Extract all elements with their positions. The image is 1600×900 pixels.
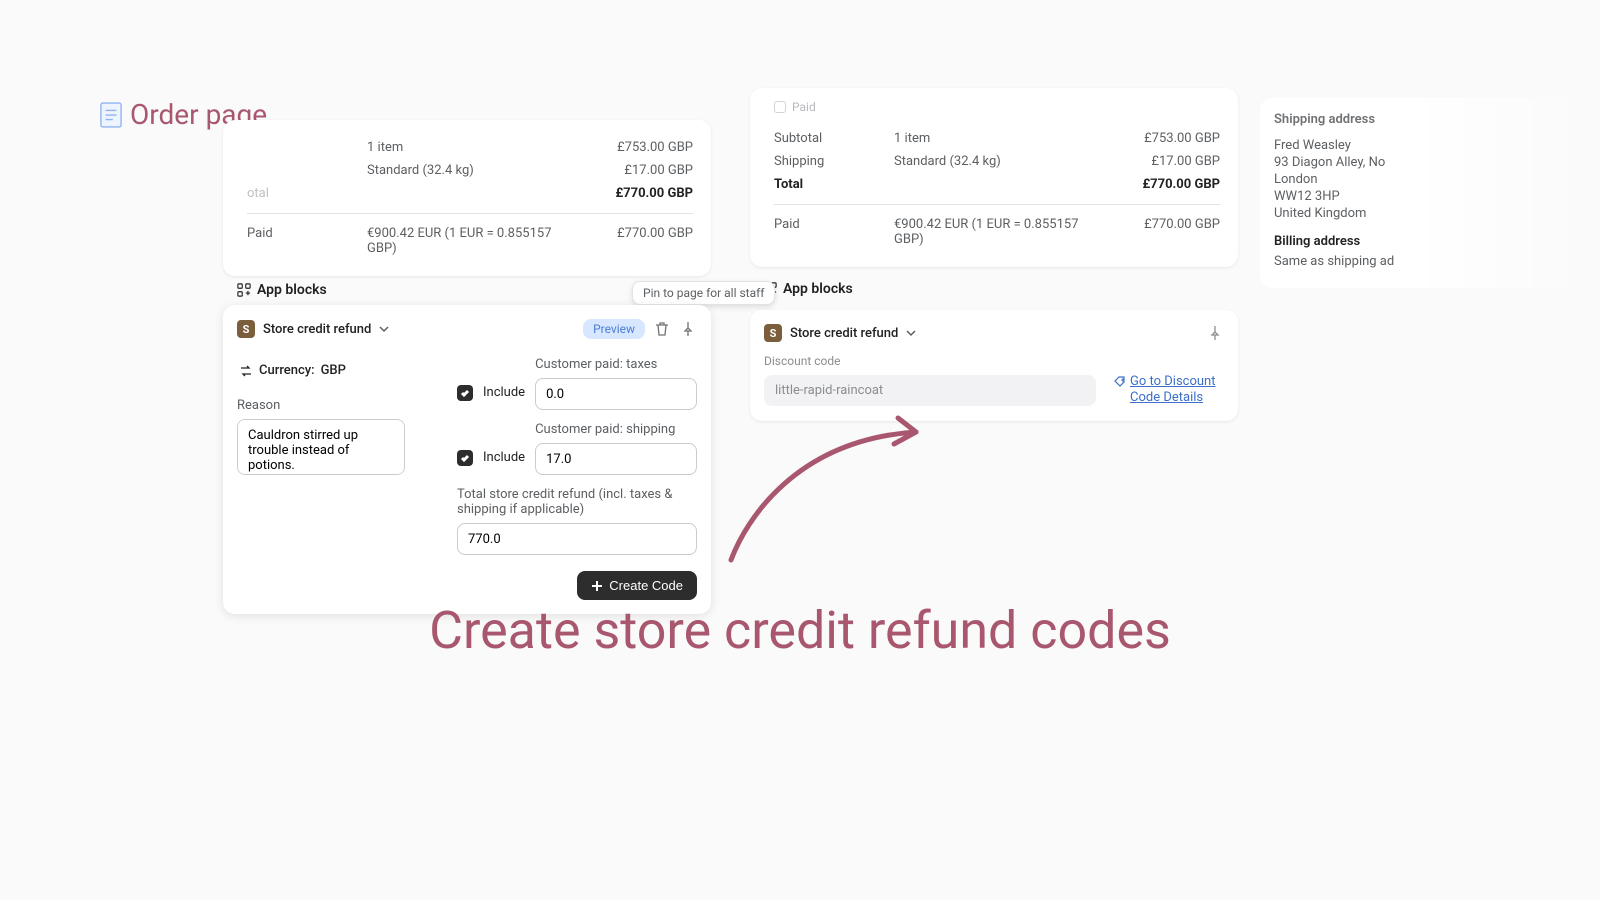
- shipping-price: £17.00 GBP: [1110, 154, 1220, 169]
- document-icon: [100, 102, 122, 128]
- discount-details-link[interactable]: Go to Discount Code Details: [1114, 374, 1224, 407]
- items-price: £753.00 GBP: [583, 140, 693, 155]
- shipping-price: £17.00 GBP: [583, 163, 693, 178]
- paid-label: Paid: [247, 226, 367, 256]
- shipping-city: London: [1274, 171, 1586, 188]
- tag-icon: [1114, 376, 1126, 388]
- reason-label: Reason: [237, 398, 437, 413]
- order-summary-left: 1 item £753.00 GBP Standard (32.4 kg) £1…: [223, 120, 711, 276]
- shipping-desc: Standard (32.4 kg): [367, 163, 583, 178]
- app-badge-icon: S: [764, 324, 782, 342]
- pin-tooltip: Pin to page for all staff: [632, 281, 775, 305]
- shipping-desc: Standard (32.4 kg): [894, 154, 1110, 169]
- store-credit-refund-card-right: S Store credit refund Discount code litt…: [750, 310, 1238, 421]
- currency-label: Currency:: [259, 363, 315, 378]
- discount-code-label: Discount code: [764, 354, 1224, 368]
- currency-exchange-icon: [239, 364, 253, 378]
- items-price: £753.00 GBP: [1110, 131, 1220, 146]
- trash-icon[interactable]: [653, 320, 671, 338]
- app-blocks-heading-left: App blocks: [237, 282, 327, 298]
- paid-right: £770.00 GBP: [583, 226, 693, 256]
- chevron-down-icon[interactable]: [906, 328, 916, 338]
- include-shipping-checkbox[interactable]: [457, 450, 473, 466]
- shipping-line1: 93 Diagon Alley, No: [1274, 154, 1586, 171]
- create-code-label: Create Code: [609, 578, 683, 593]
- preview-badge: Preview: [583, 319, 645, 339]
- total-price: £770.00 GBP: [583, 186, 693, 201]
- include-taxes-checkbox[interactable]: [457, 385, 473, 401]
- paid-status-chip: Paid: [774, 100, 816, 114]
- billing-text: Same as shipping ad: [1274, 253, 1586, 270]
- taxes-label: Customer paid: taxes: [535, 357, 697, 372]
- shipping-heading: Shipping address: [1274, 112, 1586, 127]
- shipping-label: Customer paid: shipping: [535, 422, 697, 437]
- hero-caption: Create store credit refund codes: [0, 600, 1600, 661]
- chevron-down-icon[interactable]: [379, 324, 389, 334]
- paid-chip-text: Paid: [792, 100, 816, 114]
- app-title: Store credit refund: [263, 322, 371, 337]
- items-count: 1 item: [367, 140, 583, 155]
- billing-heading: Billing address: [1274, 234, 1586, 249]
- plus-icon: [591, 580, 603, 592]
- total-refund-input[interactable]: [457, 523, 697, 555]
- arrow-annotation: [716, 410, 946, 570]
- include-label: Include: [483, 450, 525, 465]
- pin-icon[interactable]: [679, 320, 697, 338]
- app-blocks-heading-right: App blocks: [763, 281, 853, 297]
- blocks-icon: [237, 283, 251, 297]
- create-code-button[interactable]: Create Code: [577, 571, 697, 600]
- shipping-country: United Kingdom: [1274, 205, 1586, 222]
- items-count: 1 item: [894, 131, 1110, 146]
- currency-row: Currency: GBP: [237, 357, 437, 398]
- app-badge-icon: S: [237, 320, 255, 338]
- check-icon: [774, 101, 786, 113]
- total-label: Total: [774, 177, 894, 192]
- total-price: £770.00 GBP: [1110, 177, 1220, 192]
- shipping-label: Shipping: [774, 154, 894, 169]
- discount-code-input[interactable]: little-rapid-raincoat: [764, 375, 1096, 406]
- paid-label: Paid: [774, 217, 894, 247]
- app-blocks-text: App blocks: [783, 281, 853, 297]
- subtotal-label: Subtotal: [774, 131, 894, 146]
- paid-right: £770.00 GBP: [1110, 217, 1220, 247]
- pin-icon[interactable]: [1206, 324, 1224, 342]
- shipping-address-card: Shipping address Fred Weasley 93 Diagon …: [1260, 98, 1600, 288]
- reason-input[interactable]: [237, 419, 405, 475]
- app-blocks-text: App blocks: [257, 282, 327, 298]
- total-refund-label: Total store credit refund (incl. taxes &…: [457, 487, 697, 517]
- paid-amount: €900.42 EUR (1 EUR = 0.855157 GBP): [367, 226, 583, 256]
- shipping-postcode: WW12 3HP: [1274, 188, 1586, 205]
- discount-link-text: Go to Discount Code Details: [1130, 374, 1224, 407]
- store-credit-refund-card-left: S Store credit refund Preview Currency: …: [223, 305, 711, 614]
- shipping-input[interactable]: [535, 443, 697, 475]
- subtotal-faded: [247, 140, 367, 155]
- order-summary-right: Paid Subtotal 1 item £753.00 GBP Shippin…: [750, 88, 1238, 267]
- include-label: Include: [483, 385, 525, 400]
- taxes-input[interactable]: [535, 378, 697, 410]
- currency-value: GBP: [321, 363, 346, 378]
- total-label: otal: [247, 186, 367, 201]
- shipping-name: Fred Weasley: [1274, 137, 1586, 154]
- app-title: Store credit refund: [790, 326, 898, 341]
- paid-amount: €900.42 EUR (1 EUR = 0.855157 GBP): [894, 217, 1110, 247]
